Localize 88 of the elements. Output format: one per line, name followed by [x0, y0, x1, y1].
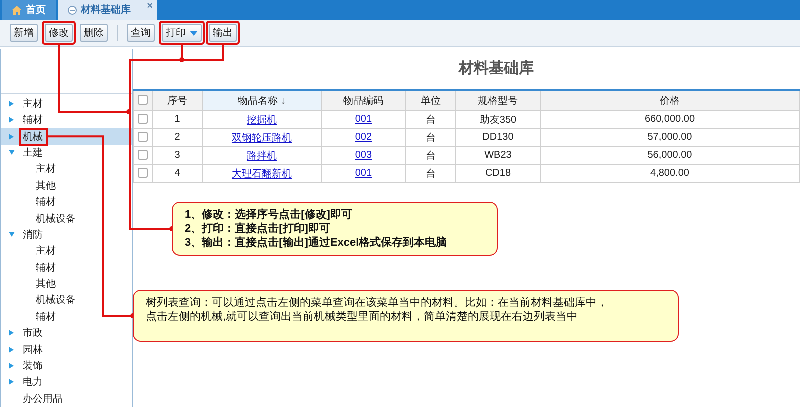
tree-item-label: 土建 [22, 146, 44, 160]
table-cell: 助友350 [456, 110, 540, 128]
collapsed-arrow-icon[interactable] [9, 134, 14, 140]
tree-item[interactable]: 辅材 [1, 194, 132, 210]
table-cell: 57,000.00 [540, 128, 800, 146]
table-cell: 台 [406, 128, 456, 146]
tree-item[interactable]: 电力 [1, 374, 132, 391]
column-header[interactable]: 序号 [152, 90, 202, 110]
expanded-arrow-icon[interactable] [9, 150, 15, 156]
note-line: 3、输出：直接点击[输出]通过Excel格式保存到本电脑 [185, 236, 448, 250]
collapsed-arrow-icon[interactable] [9, 100, 14, 107]
item-link[interactable]: 双钢轮压路机 [232, 132, 292, 144]
table-cell: DD130 [456, 128, 540, 146]
toolbar-button[interactable]: 查询 [127, 24, 155, 42]
tree-item-label: 消防 [22, 228, 44, 242]
tree-item-label: 市政 [22, 326, 44, 340]
tree-item[interactable]: 其他 [1, 178, 132, 194]
table-cell: 2 [152, 128, 202, 146]
item-link[interactable]: 001 [355, 168, 372, 179]
tree-item[interactable]: 土建 [1, 144, 132, 162]
collapsed-arrow-icon[interactable] [9, 330, 14, 336]
note-line: 2、打印：直接点击[打印]即可 [185, 222, 332, 236]
checkbox[interactable] [138, 132, 148, 142]
tree-item[interactable]: 园林 [1, 341, 132, 358]
column-header[interactable]: 规格型号 [456, 90, 540, 110]
toolbar-button[interactable]: 输出 [209, 24, 237, 42]
collapsed-arrow-icon[interactable] [9, 379, 14, 386]
tree-item-label: 园林 [22, 344, 44, 357]
tree-item[interactable]: 机械设备 [1, 210, 132, 227]
column-header[interactable]: 物品名称 ↓ [202, 90, 322, 110]
collapsed-arrow-icon[interactable] [9, 117, 14, 124]
tree-item[interactable]: 主材 [1, 96, 132, 112]
table-cell: 4,800.00 [540, 164, 800, 182]
expanded-arrow-icon[interactable] [9, 232, 15, 238]
checkbox[interactable] [138, 168, 148, 178]
home-icon [12, 6, 22, 14]
item-link[interactable]: 挖掘机 [246, 114, 277, 126]
item-link[interactable]: 大理石翻新机 [232, 168, 292, 180]
tree-item[interactable]: 主材 [1, 161, 132, 178]
column-header[interactable]: 物品编码 [321, 90, 406, 110]
item-link[interactable]: 路拌机 [246, 150, 277, 162]
tree-item[interactable]: 办公用品 [1, 390, 132, 407]
tree-item-label: 电力 [22, 376, 44, 390]
item-link[interactable]: 003 [355, 150, 372, 161]
tree-item[interactable]: 消防 [1, 226, 132, 244]
circle-icon [68, 6, 77, 14]
table-cell: 56,000.00 [540, 146, 800, 164]
item-link[interactable]: 002 [355, 132, 372, 143]
tree-item[interactable]: 机械 [1, 128, 132, 145]
collapsed-arrow-icon[interactable] [9, 363, 14, 370]
toolbar-button[interactable]: 新增 [10, 24, 38, 42]
tree-item-label: 辅材 [22, 114, 44, 128]
checkbox[interactable] [138, 150, 148, 160]
tree-item[interactable]: 装饰 [1, 358, 132, 374]
table-cell: 660,000.00 [540, 110, 800, 128]
note-line: 树列表查询：可以通过点击左侧的菜单查询在该菜单当中的材料。比如：在当前材料基础库中， [146, 296, 609, 310]
table-cell: WB23 [456, 146, 540, 164]
toolbar-button[interactable]: 删除 [80, 24, 108, 42]
page-title: 材料基础库 [458, 58, 535, 78]
tree-item-label: 办公用品 [22, 392, 64, 406]
tree-item[interactable]: 辅材 [1, 259, 132, 276]
table-cell: 1 [152, 110, 202, 128]
collapsed-arrow-icon[interactable] [9, 346, 14, 353]
toolbar-button[interactable]: 打印 [162, 24, 202, 42]
column-header[interactable]: 价格 [540, 90, 800, 110]
checkbox[interactable] [138, 114, 148, 124]
toolbar-button[interactable]: 修改 [45, 24, 73, 42]
table-cell: 台 [406, 146, 456, 164]
item-link[interactable]: 001 [355, 114, 372, 125]
table-cell: CD18 [456, 164, 540, 182]
tree-item-label: 装饰 [22, 360, 44, 374]
table-cell: 台 [406, 164, 456, 182]
tree-item-label: 机械 [22, 130, 44, 144]
table-cell: 台 [406, 110, 456, 128]
note-line: 点击左侧的机械,就可以查询出当前机械类型里面的材料，简单清楚的展现在右边列表当中 [146, 310, 580, 324]
tab[interactable]: 材料基础库 × [58, 0, 157, 20]
tree-item[interactable]: 机械设备 [1, 292, 132, 309]
tree-item[interactable]: 辅材 [1, 308, 132, 326]
tree-item[interactable]: 辅材 [1, 112, 132, 128]
tree-item[interactable]: 主材 [1, 243, 132, 260]
checkbox[interactable] [138, 95, 148, 106]
tree-item-label: 主材 [22, 98, 44, 111]
tree-item[interactable]: 其他 [1, 276, 132, 292]
table-cell: 3 [152, 146, 202, 164]
table-cell: 4 [152, 164, 202, 182]
column-header[interactable]: 单位 [406, 90, 456, 110]
note-line: 1、修改：选择序号点击[修改]即可 [185, 208, 354, 222]
tree-item[interactable]: 市政 [1, 325, 132, 342]
